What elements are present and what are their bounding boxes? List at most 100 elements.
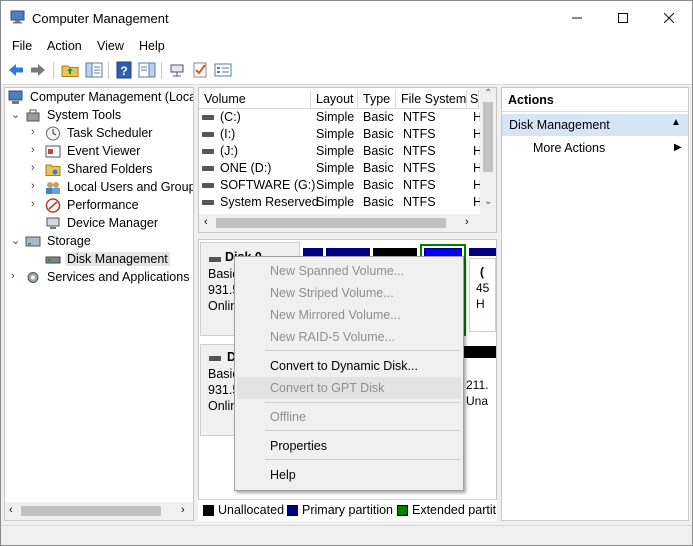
column-header-volume[interactable]: Volume — [199, 90, 311, 109]
chevron-right-icon[interactable]: › — [31, 180, 41, 192]
up-folder-icon[interactable] — [61, 61, 79, 79]
properties-sheet-icon[interactable] — [214, 61, 232, 79]
tree-label: Event Viewer — [67, 144, 141, 158]
table-row[interactable]: (I:) Simple Basic NTFS H — [199, 126, 482, 143]
menu-item-new-striped-volume[interactable]: New Striped Volume... — [237, 282, 461, 304]
menu-file[interactable]: File — [12, 39, 32, 53]
cell-fs: NTFS — [403, 144, 436, 158]
column-header-layout[interactable]: Layout — [311, 90, 358, 109]
volume-list-horizontal-scrollbar[interactable]: ‹ › — [199, 214, 496, 232]
partition-bar[interactable] — [469, 248, 496, 256]
menu-action[interactable]: Action — [47, 39, 82, 53]
cell-layout: Simple — [316, 195, 355, 209]
forward-arrow-icon[interactable] — [29, 61, 47, 79]
chevron-right-icon[interactable]: › — [11, 270, 21, 282]
table-row[interactable]: SOFTWARE (G:) Simple Basic NTFS H — [199, 177, 482, 194]
tree-item-device-manager[interactable]: Device Manager — [31, 215, 193, 233]
actions-section-disk-management[interactable]: Disk Management ▲ — [502, 114, 688, 136]
chevron-down-icon[interactable]: ⌄ — [11, 234, 21, 247]
table-row[interactable]: (J:) Simple Basic NTFS H — [199, 143, 482, 160]
menu-item-properties[interactable]: Properties — [237, 435, 461, 457]
scrollbar-thumb[interactable] — [483, 102, 493, 172]
scroll-right-icon[interactable]: › — [465, 216, 469, 228]
table-row[interactable]: System Reserved Simple Basic NTFS H — [199, 194, 482, 211]
navigation-tree: Computer Management (Local ⌄ System Tool… — [4, 87, 194, 521]
title-bar: Computer Management — [1, 1, 692, 35]
scroll-up-icon[interactable]: ⌃ — [484, 88, 492, 99]
tree-item-shared-folders[interactable]: › Shared Folders — [31, 161, 193, 179]
scroll-left-icon[interactable]: ‹ — [204, 216, 208, 228]
show-hide-action-pane-icon[interactable] — [138, 61, 156, 79]
tree-item-event-viewer[interactable]: › Event Viewer — [31, 143, 193, 161]
scrollbar-thumb[interactable] — [21, 506, 161, 516]
partition-bar[interactable] — [303, 248, 323, 256]
menu-item-offline[interactable]: Offline — [237, 406, 461, 428]
tree-item-storage[interactable]: ⌄ Storage — [11, 233, 193, 251]
tree-horizontal-scrollbar[interactable]: ‹ › — [5, 502, 193, 520]
tree-item-services-applications[interactable]: › Services and Applications — [11, 269, 193, 287]
chevron-right-icon[interactable]: › — [31, 198, 41, 210]
actions-header: Actions — [502, 88, 688, 112]
tree-item-system-tools[interactable]: ⌄ System Tools — [11, 107, 193, 125]
chevron-right-icon[interactable]: › — [31, 144, 41, 156]
minimize-button[interactable] — [554, 1, 600, 35]
back-arrow-icon[interactable] — [7, 61, 25, 79]
checklist-icon[interactable] — [191, 61, 209, 79]
menu-item-new-raid5-volume[interactable]: New RAID-5 Volume... — [237, 326, 461, 348]
more-actions-item[interactable]: More Actions — [533, 141, 605, 155]
table-row[interactable]: ONE (D:) Simple Basic NTFS H — [199, 160, 482, 177]
chevron-right-icon[interactable]: › — [31, 126, 41, 138]
connect-icon[interactable] — [168, 61, 186, 79]
table-row[interactable]: (C:) Simple Basic NTFS H — [199, 109, 482, 126]
chevron-down-icon[interactable]: ⌄ — [11, 108, 21, 121]
cell-fs: NTFS — [403, 127, 436, 141]
tree-label: System Tools — [47, 108, 122, 122]
cell-volume: (I:) — [220, 127, 236, 141]
show-hide-tree-icon[interactable] — [85, 61, 103, 79]
tree-label: Services and Applications — [47, 270, 190, 284]
cell-type: Basic — [363, 127, 394, 141]
scroll-down-icon[interactable]: ⌄ — [484, 196, 492, 207]
menu-separator — [265, 402, 460, 403]
menu-view[interactable]: View — [97, 39, 124, 53]
partition-bar[interactable] — [326, 248, 370, 256]
tree-item-task-scheduler[interactable]: › Task Scheduler — [31, 125, 193, 143]
help-icon[interactable]: ? — [115, 61, 133, 79]
maximize-button[interactable] — [600, 1, 646, 35]
collapse-up-icon[interactable]: ▲ — [671, 117, 681, 128]
menu-item-new-mirrored-volume[interactable]: New Mirrored Volume... — [237, 304, 461, 326]
cell-type: Basic — [363, 161, 394, 175]
cell-fs: NTFS — [403, 195, 436, 209]
column-header-type[interactable]: Type — [358, 90, 396, 109]
unallocated-bar[interactable] — [463, 346, 496, 358]
menu-separator — [265, 430, 460, 431]
tree-item-computer-management[interactable]: Computer Management (Local — [8, 89, 193, 107]
tree-item-performance[interactable]: › Performance — [31, 197, 193, 215]
menu-help[interactable]: Help — [139, 39, 165, 53]
column-header-status[interactable]: S — [467, 90, 479, 109]
event-viewer-icon — [45, 145, 61, 158]
disk-icon — [209, 257, 221, 262]
tree-item-disk-management[interactable]: Disk Management — [31, 251, 193, 269]
menu-item-help[interactable]: Help — [237, 464, 461, 486]
column-header-file-system[interactable]: File System — [396, 90, 467, 109]
cell-volume: ONE (D:) — [220, 161, 272, 175]
menu-item-convert-dynamic-disk[interactable]: Convert to Dynamic Disk... — [237, 355, 461, 377]
menu-item-new-spanned-volume[interactable]: New Spanned Volume... — [237, 260, 461, 282]
partition-block[interactable]: ( 45 H — [469, 258, 496, 332]
tree-label: Task Scheduler — [67, 126, 153, 140]
close-button[interactable] — [646, 1, 692, 35]
cell-fs: NTFS — [403, 178, 436, 192]
scroll-right-icon[interactable]: › — [181, 504, 185, 516]
cell-volume: (C:) — [220, 110, 241, 124]
unallocated-bar[interactable] — [373, 248, 417, 256]
menu-item-convert-gpt-disk[interactable]: Convert to GPT Disk — [237, 377, 461, 399]
status-bar — [1, 525, 692, 545]
tree-item-local-users-groups[interactable]: › Local Users and Groups — [31, 179, 193, 197]
scroll-left-icon[interactable]: ‹ — [9, 504, 13, 516]
chevron-right-icon[interactable]: › — [31, 162, 41, 174]
scrollbar-thumb[interactable] — [216, 218, 446, 228]
volume-list-vertical-scrollbar[interactable]: ⌃ ⌄ — [480, 88, 496, 214]
drive-icon — [202, 149, 214, 154]
unallocated-block[interactable]: 211. Una — [463, 360, 496, 432]
